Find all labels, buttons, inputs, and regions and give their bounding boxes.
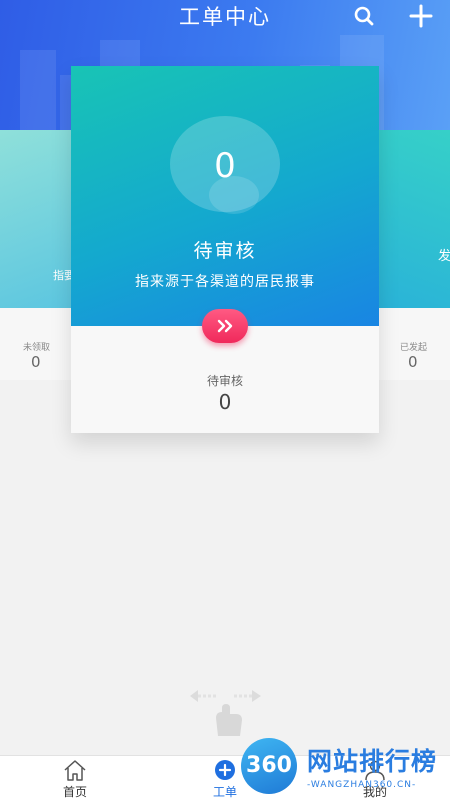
card-initiated-count: 0: [408, 353, 418, 371]
card-pending-review[interactable]: 0 待审核 指来源于各渠道的居民报事 待审核 0: [71, 66, 379, 433]
double-chevron-right-icon: [217, 319, 233, 333]
card-initiated[interactable]: 发 已发起 0: [378, 130, 450, 380]
tab-home[interactable]: 首页: [30, 756, 120, 801]
pending-review-count: 0: [214, 146, 236, 186]
watermark-url: -WANGZHAN360.CN-: [307, 780, 417, 790]
card-unclaimed-count: 0: [31, 353, 41, 371]
card-initiated-description: 发: [438, 249, 450, 264]
card-unclaimed-description: 指要: [53, 269, 72, 282]
page-title: 工单中心: [179, 5, 271, 29]
plus-circle-icon: [215, 760, 235, 780]
tab-home-label: 首页: [62, 785, 87, 799]
pending-review-bottom-count: 0: [218, 390, 232, 414]
search-icon[interactable]: [351, 3, 377, 29]
pending-review-title: 待审核: [193, 240, 257, 262]
card-unclaimed[interactable]: 指要 未领取 0: [0, 130, 72, 380]
home-icon: [64, 760, 86, 781]
watermark-badge: 360: [241, 738, 297, 794]
watermark-text: 网站排行榜: [307, 747, 438, 776]
card-unclaimed-label: 未领取: [23, 343, 51, 353]
card-initiated-label: 已发起: [400, 343, 428, 353]
pending-review-description: 指来源于各渠道的居民报事: [135, 274, 315, 290]
pending-review-label: 待审核: [206, 374, 243, 388]
plus-icon[interactable]: [408, 3, 434, 29]
enter-button[interactable]: [202, 309, 248, 343]
watermark-logo: 360 网站排行榜 -WANGZHAN360.CN-: [241, 734, 450, 800]
